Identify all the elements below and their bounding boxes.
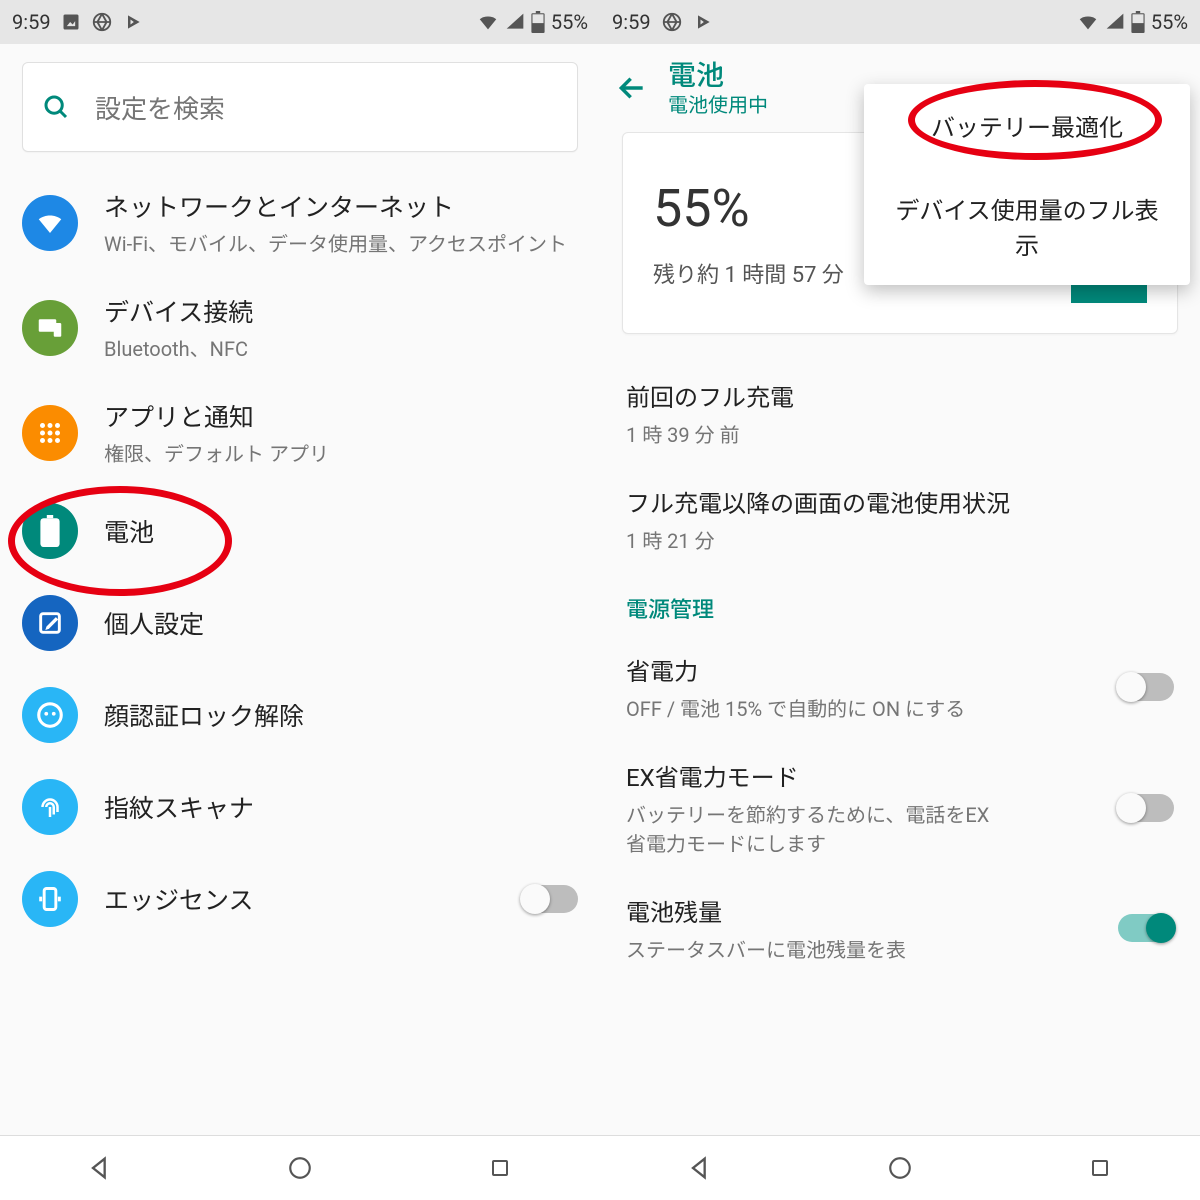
wifi-icon xyxy=(1077,11,1099,33)
nav-home[interactable] xyxy=(280,1148,320,1188)
aperture-icon xyxy=(91,11,113,33)
signal-icon xyxy=(1105,12,1125,32)
row-screen-usage[interactable]: フル充電以降の画面の電池使用状況 1 時 21 分 xyxy=(600,466,1200,572)
item-fingerprint-title: 指紋スキャナ xyxy=(104,789,254,825)
row-power-saver-sub: OFF / 電池 15% で自動的に ON にする xyxy=(626,693,965,722)
battery-percent-toggle[interactable] xyxy=(1118,914,1174,942)
item-battery[interactable]: 電池 xyxy=(0,485,600,577)
section-power-management: 電源管理 xyxy=(600,582,1200,634)
item-devices-sub: Bluetooth、NFC xyxy=(104,333,253,362)
image-icon xyxy=(61,12,81,32)
item-apps[interactable]: アプリと通知権限、デフォルト アプリ xyxy=(0,380,600,485)
nav-back[interactable] xyxy=(80,1148,120,1188)
nav-home[interactable] xyxy=(880,1148,920,1188)
page-subtitle: 電池使用中 xyxy=(668,93,768,118)
power-saver-toggle[interactable] xyxy=(1118,673,1174,701)
nav-back[interactable] xyxy=(680,1148,720,1188)
face-icon xyxy=(22,687,78,743)
item-edge-title: エッジセンス xyxy=(104,881,254,917)
menu-full-usage[interactable]: デバイス使用量のフル表示 xyxy=(864,167,1190,285)
battery-remaining: 残り約 1 時間 57 分 xyxy=(653,257,844,289)
item-edge[interactable]: エッジセンス xyxy=(0,853,600,945)
row-last-full-charge-sub: 1 時 39 分 前 xyxy=(626,419,794,448)
back-button[interactable] xyxy=(616,72,648,104)
page-title: 電池 xyxy=(668,58,768,93)
fingerprint-icon xyxy=(22,779,78,835)
search-icon xyxy=(41,92,71,122)
row-battery-percent-sub: ステータスバーに電池残量を表 xyxy=(626,934,906,963)
nav-recent[interactable] xyxy=(480,1148,520,1188)
search-settings[interactable]: 設定を検索 xyxy=(22,62,578,152)
row-screen-usage-sub: 1 時 21 分 xyxy=(626,525,1006,554)
row-last-full-charge-title: 前回のフル充電 xyxy=(626,378,794,413)
play-icon xyxy=(123,12,143,32)
item-network-title: ネットワークとインターネット xyxy=(104,188,567,224)
settings-screen: 9:59 55% 設定を検索 ネットワークとインターネット Wi-Fi、モバイル、… xyxy=(0,0,600,1200)
battery-percent-text: 55% xyxy=(551,10,588,34)
row-power-saver-title: 省電力 xyxy=(626,652,965,687)
battery-percent-text: 55% xyxy=(1151,10,1188,34)
item-devices[interactable]: デバイス接続 Bluetooth、NFC xyxy=(0,275,600,380)
battery-percent: 55% xyxy=(653,178,844,239)
status-bar: 9:59 55% xyxy=(600,0,1200,44)
item-network[interactable]: ネットワークとインターネット Wi-Fi、モバイル、データ使用量、アクセスポイント xyxy=(0,170,600,275)
item-apps-sub: 権限、デフォルト アプリ xyxy=(104,438,329,467)
nav-bar xyxy=(0,1135,600,1200)
play-icon xyxy=(693,12,713,32)
battery-icon xyxy=(22,503,78,559)
status-bar: 9:59 55% xyxy=(0,0,600,44)
battery-icon xyxy=(1131,11,1145,33)
wifi-icon xyxy=(477,11,499,33)
apps-icon xyxy=(22,405,78,461)
item-face-title: 顔認証ロック解除 xyxy=(104,697,304,733)
row-ex-power-saver-sub: バッテリーを節約するために、電話をEX省電力モードにします xyxy=(626,799,1006,857)
row-power-saver[interactable]: 省電力 OFF / 電池 15% で自動的に ON にする xyxy=(600,634,1200,740)
ex-power-saver-toggle[interactable] xyxy=(1118,794,1174,822)
search-placeholder: 設定を検索 xyxy=(95,89,225,126)
item-face[interactable]: 顔認証ロック解除 xyxy=(0,669,600,761)
nav-bar xyxy=(600,1135,1200,1200)
item-apps-title: アプリと通知 xyxy=(104,398,329,434)
row-battery-percent-title: 電池残量 xyxy=(626,893,906,928)
item-battery-title: 電池 xyxy=(104,513,154,549)
row-ex-power-saver-title: EX省電力モード xyxy=(626,758,1006,793)
nav-recent[interactable] xyxy=(1080,1148,1120,1188)
row-ex-power-saver[interactable]: EX省電力モードバッテリーを節約するために、電話をEX省電力モードにします xyxy=(600,740,1200,875)
wifi-icon xyxy=(22,195,78,251)
item-fingerprint[interactable]: 指紋スキャナ xyxy=(0,761,600,853)
row-screen-usage-title: フル充電以降の画面の電池使用状況 xyxy=(626,484,1010,519)
devices-icon xyxy=(22,300,78,356)
row-battery-percent[interactable]: 電池残量ステータスバーに電池残量を表 xyxy=(600,875,1200,981)
edit-icon xyxy=(22,595,78,651)
item-personal[interactable]: 個人設定 xyxy=(0,577,600,669)
item-devices-title: デバイス接続 xyxy=(104,293,253,329)
battery-icon xyxy=(531,11,545,33)
item-network-sub: Wi-Fi、モバイル、データ使用量、アクセスポイント xyxy=(104,228,567,257)
menu-battery-optimization[interactable]: バッテリー最適化 xyxy=(864,84,1190,167)
clock-text: 9:59 xyxy=(612,10,651,34)
aperture-icon xyxy=(661,11,683,33)
edge-toggle[interactable] xyxy=(522,885,578,913)
signal-icon xyxy=(505,12,525,32)
edge-icon xyxy=(22,871,78,927)
row-last-full-charge[interactable]: 前回のフル充電 1 時 39 分 前 xyxy=(600,360,1200,466)
battery-screen: 9:59 55% 電池 電池使用中 55% xyxy=(600,0,1200,1200)
item-personal-title: 個人設定 xyxy=(104,605,204,641)
clock-text: 9:59 xyxy=(12,10,51,34)
overflow-menu: バッテリー最適化 デバイス使用量のフル表示 xyxy=(864,84,1190,285)
